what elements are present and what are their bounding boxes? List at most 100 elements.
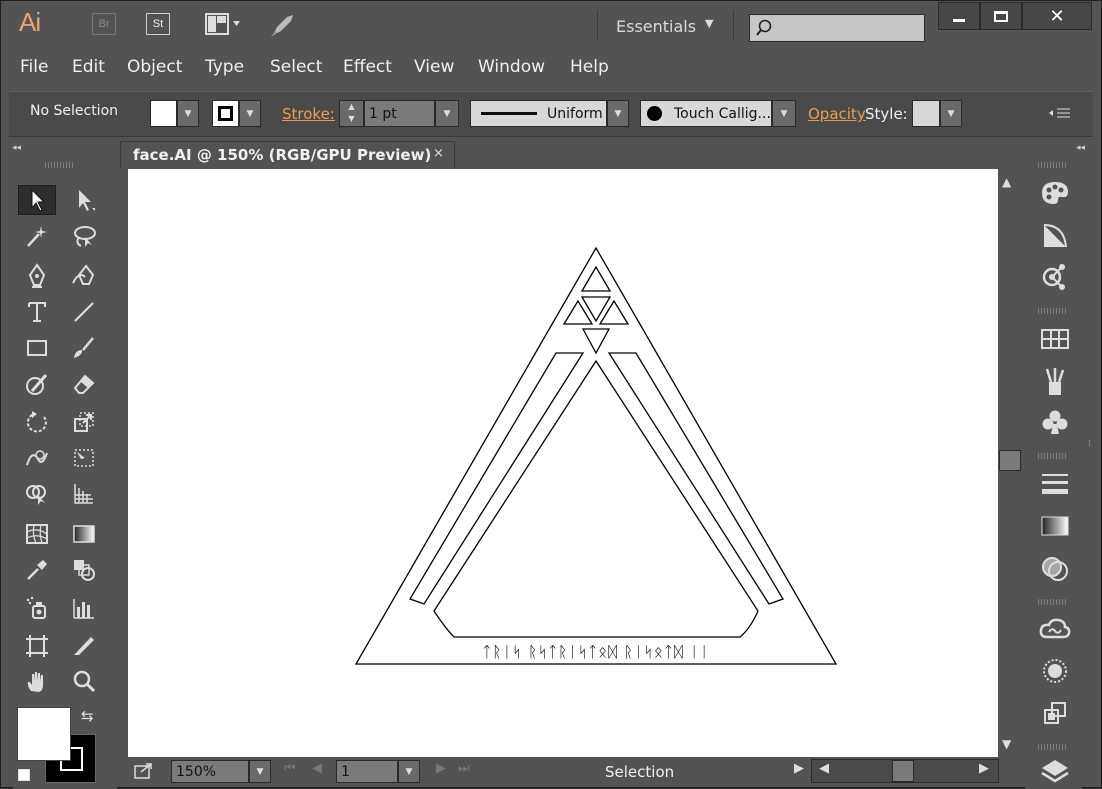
panel-menu-icon[interactable] [1048, 105, 1072, 121]
mesh-tool-icon[interactable] [18, 519, 56, 549]
first-artboard-icon[interactable]: ⏮ [284, 761, 296, 776]
stroke-panel-icon[interactable] [1035, 466, 1075, 502]
minimize-button[interactable] [938, 2, 980, 30]
brush-definition[interactable]: Touch Callig... [640, 100, 772, 127]
curvature-tool-icon[interactable] [65, 261, 103, 291]
fill-dropdown[interactable]: ▼ [177, 100, 199, 127]
menu-object[interactable]: Object [127, 57, 182, 77]
rotate-tool-icon[interactable] [18, 407, 56, 437]
perspective-grid-icon[interactable] [65, 479, 103, 509]
status-menu-icon[interactable]: ▶ [794, 761, 804, 776]
selection-tool-icon[interactable] [18, 185, 56, 215]
resize-grip-icon[interactable]: ⁞ [1088, 439, 1091, 449]
swap-fill-stroke-icon[interactable]: ⇆ [81, 707, 94, 725]
stroke-weight-field[interactable]: 1 pt [364, 100, 435, 127]
symbol-sprayer-icon[interactable] [18, 593, 56, 623]
bridge-button[interactable]: Br [92, 13, 116, 35]
eraser-icon[interactable] [65, 369, 103, 399]
blend-tool-icon[interactable] [65, 555, 103, 585]
cc-libraries-icon[interactable] [1035, 611, 1075, 647]
panel-grip[interactable] [1038, 599, 1068, 605]
menu-view[interactable]: View [414, 57, 454, 77]
menu-effect[interactable]: Effect [343, 57, 392, 77]
symbols-icon[interactable] [1035, 404, 1075, 440]
chevron-down-icon[interactable]: ▼ [705, 17, 713, 30]
artboard[interactable]: ᛏᚱᛁᛋ ᚱᛋᛏᚱᛁᛋᛏᛟᛞ ᚱᛁᛋᛟᛏᛞ ᛁᛁ [128, 169, 998, 757]
brush-dropdown[interactable]: ▼ [772, 100, 796, 127]
panel-grip[interactable] [1038, 162, 1068, 168]
close-button[interactable]: ✕ [1022, 2, 1092, 30]
transform-icon[interactable] [1035, 695, 1075, 731]
artboard-tool-icon[interactable] [18, 631, 56, 661]
type-tool-icon[interactable] [18, 297, 56, 327]
eyedropper-icon[interactable] [18, 555, 56, 585]
shape-builder-icon[interactable] [18, 479, 56, 509]
arrange-documents-icon[interactable] [205, 13, 240, 35]
brushes-icon[interactable] [1035, 363, 1075, 399]
stroke-swatch[interactable] [212, 100, 239, 127]
fill-color-box[interactable] [17, 707, 71, 761]
stroke-label-link[interactable]: Stroke: [282, 105, 335, 123]
transparency-icon[interactable] [1035, 551, 1075, 587]
warp-tool-icon[interactable] [18, 443, 56, 473]
vertical-scroll-thumb[interactable] [999, 450, 1021, 471]
rectangle-tool-icon[interactable] [18, 333, 56, 363]
color-panel-icon[interactable] [1035, 175, 1075, 211]
scroll-right-icon[interactable]: ▶ [979, 761, 989, 776]
menu-select[interactable]: Select [270, 57, 322, 77]
scale-tool-icon[interactable] [65, 407, 103, 437]
opacity-label-link[interactable]: Opacity [808, 105, 866, 123]
collapse-panel-icon[interactable]: ◂◂ [12, 143, 21, 153]
panel-grip[interactable] [45, 162, 75, 168]
default-colors-icon[interactable] [18, 769, 30, 781]
share-icon[interactable] [134, 762, 154, 780]
paintbrush-icon[interactable] [65, 333, 103, 363]
slice-tool-icon[interactable] [65, 631, 103, 661]
panel-grip[interactable] [1038, 744, 1068, 750]
swatches-icon[interactable] [1035, 321, 1075, 357]
maximize-button[interactable] [980, 2, 1022, 30]
lasso-icon[interactable] [65, 221, 103, 251]
panel-grip[interactable] [1038, 308, 1068, 314]
panel-grip[interactable] [1038, 453, 1068, 459]
free-transform-icon[interactable] [65, 443, 103, 473]
gpu-performance-icon[interactable] [269, 13, 295, 39]
stock-button[interactable]: St [146, 13, 170, 35]
pen-tool-icon[interactable] [18, 261, 56, 291]
hand-tool-icon[interactable] [18, 667, 56, 697]
horizontal-scroll-thumb[interactable] [892, 760, 914, 782]
column-graph-icon[interactable] [65, 593, 103, 623]
zoom-dropdown[interactable]: ▼ [249, 760, 271, 783]
appearance-icon[interactable] [1035, 653, 1075, 689]
fill-swatch[interactable] [150, 100, 177, 127]
gradient-panel-icon[interactable] [1035, 508, 1075, 544]
expand-panels-icon[interactable]: ◂◂ [1076, 143, 1085, 153]
gradient-tool-icon[interactable] [65, 519, 103, 549]
artboard-dropdown[interactable]: ▼ [398, 760, 420, 783]
magic-wand-icon[interactable] [18, 221, 56, 251]
graphic-styles-icon[interactable] [1035, 259, 1075, 295]
color-guide-icon[interactable] [1035, 218, 1075, 254]
search-input[interactable] [749, 14, 925, 42]
scroll-down-icon[interactable]: ▼ [1002, 737, 1011, 751]
layers-icon[interactable] [1035, 753, 1075, 789]
menu-type[interactable]: Type [205, 57, 244, 77]
menu-file[interactable]: File [20, 57, 48, 77]
zoom-tool-icon[interactable] [65, 667, 103, 697]
menu-window[interactable]: Window [478, 57, 545, 77]
stroke-weight-dropdown[interactable]: ▼ [435, 100, 459, 127]
line-segment-icon[interactable] [65, 297, 103, 327]
stroke-weight-stepper[interactable]: ▲ ▼ [339, 100, 364, 127]
direct-selection-tool-icon[interactable] [65, 185, 103, 215]
next-artboard-icon[interactable]: ▶ [436, 761, 446, 776]
scroll-up-icon[interactable]: ▲ [1002, 175, 1011, 189]
graphic-style-swatch[interactable] [912, 100, 940, 127]
scroll-left-icon[interactable]: ◀ [819, 761, 829, 776]
menu-edit[interactable]: Edit [72, 57, 105, 77]
workspace-switcher[interactable]: Essentials [616, 17, 696, 36]
previous-artboard-icon[interactable]: ◀ [312, 761, 322, 776]
profile-dropdown[interactable]: ▼ [607, 100, 629, 127]
last-artboard-icon[interactable]: ⏭ [458, 761, 470, 776]
close-tab-icon[interactable]: × [433, 146, 444, 161]
artboard-number-field[interactable]: 1 [336, 760, 398, 783]
